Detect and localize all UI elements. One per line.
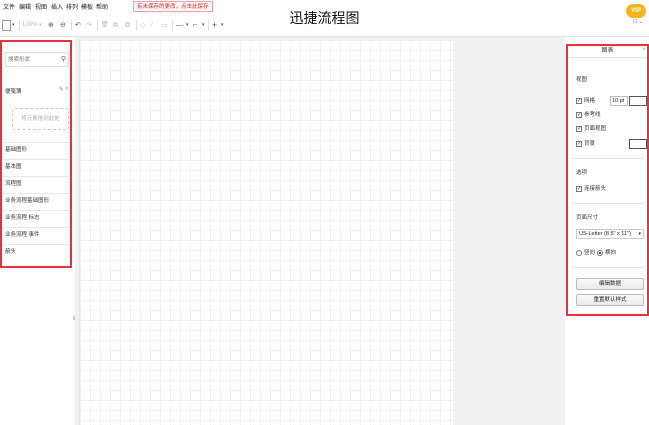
section-divider (571, 267, 644, 268)
redo-icon[interactable]: ↷ (86, 20, 92, 31)
vip-dropdown-icon[interactable]: ☐ ⌄ (628, 19, 648, 25)
page-format-icon[interactable] (2, 20, 11, 31)
to-back-icon[interactable]: ⧉ (125, 20, 130, 31)
format-panel: 图表 × 视图 ✓ 网格 10 pt ✓ 参考线 ✓ 页面视图 ✓ 背景 选项 ✓ 连接箭… (566, 44, 649, 316)
page-view-checkbox[interactable]: ✓ 页面视图 (576, 125, 606, 133)
sidebar-item-basic-shapes[interactable]: 基础图形 (2, 142, 70, 158)
paper-size-value: US-Letter (8.5" x 11") (579, 231, 631, 237)
toolbar-divider (71, 20, 72, 31)
line-style-dropdown-icon[interactable]: ▾ (186, 20, 189, 31)
grid-checkbox[interactable]: ✓ 网格 (576, 97, 595, 105)
checkbox-checked-icon[interactable]: ✓ (576, 140, 582, 147)
toolbar: ▾ 100% ▾ ⊕ ⊖ ↶ ↷ 🗑 ⧉ ⧉ ◇ ∕ ▭ — ▾ ⌐ ▾ + ▾ (0, 16, 620, 36)
search-icon[interactable]: ⚲ (61, 55, 66, 63)
background-checkbox[interactable]: ✓ 背景 (576, 140, 595, 148)
close-icon[interactable]: × (642, 47, 646, 53)
zoom-dropdown-icon[interactable]: ▾ (39, 20, 42, 31)
scratchpad-header[interactable]: 便笺簿 ✎ × (2, 86, 70, 96)
zoom-out-icon[interactable]: ⊖ (60, 20, 66, 31)
line-color-icon[interactable]: ∕ (151, 20, 152, 31)
checkbox-checked-icon[interactable]: ✓ (576, 125, 582, 132)
landscape-label: 横向 (605, 250, 617, 256)
format-panel-title[interactable]: 图表 (568, 46, 647, 58)
landscape-radio[interactable]: 横向 (597, 249, 616, 257)
grid-size-input[interactable]: 10 pt (610, 96, 628, 106)
diagram-page-grid[interactable] (79, 40, 453, 425)
page-dropdown-icon[interactable]: ▾ (12, 20, 15, 31)
paper-size-select[interactable]: US-Letter (8.5" x 11") ▾ (576, 229, 644, 239)
vip-icon[interactable]: VIP (626, 4, 646, 18)
grid-label: 网格 (584, 98, 596, 104)
line-style-icon[interactable]: — (176, 20, 183, 31)
checkbox-checked-icon[interactable]: ✓ (576, 97, 582, 104)
guides-checkbox[interactable]: ✓ 参考线 (576, 111, 601, 119)
chevron-down-icon[interactable]: ▾ (638, 230, 641, 238)
checkbox-checked-icon[interactable]: ✓ (576, 111, 582, 118)
sidebar-item-bpmn-events[interactable]: 业务流程 事件 (2, 227, 70, 243)
section-divider (571, 203, 644, 204)
waypoint-icon[interactable]: ⌐ (193, 20, 197, 31)
edit-data-button[interactable]: 编辑数据 (576, 278, 644, 290)
sidebar-item-flowchart[interactable]: 流程图 (2, 176, 70, 192)
insert-dropdown-icon[interactable]: ▾ (221, 20, 224, 31)
zoom-level[interactable]: 100% (22, 20, 37, 31)
page-view-label: 页面视图 (584, 126, 607, 132)
shadow-icon[interactable]: ▭ (161, 20, 168, 31)
checkbox-checked-icon[interactable]: ✓ (576, 185, 582, 192)
shape-sidebar: ⚲ 便笺簿 ✎ × 将元素拖到此处 基础图形 基本图 流程图 业务流程基础图形 … (0, 40, 72, 268)
reset-style-button[interactable]: 重置默认样式 (576, 294, 644, 306)
section-options-title: 选项 (576, 170, 588, 176)
toolbar-divider (97, 20, 98, 31)
guides-label: 参考线 (584, 112, 601, 118)
scratchpad-dropzone[interactable]: 将元素拖到此处 (12, 108, 69, 130)
sidebar-item-arrows[interactable]: 箭头 (2, 244, 70, 260)
close-icon[interactable]: × (65, 86, 69, 92)
delete-icon[interactable]: 🗑 (101, 20, 109, 31)
edit-icon[interactable]: ✎ (59, 86, 64, 93)
section-paper-title: 页面尺寸 (576, 215, 599, 221)
toolbar-divider (19, 20, 20, 31)
app-window: 文件 编辑 视图 插入 排列 模板 帮助 有未保存的更改，点击此保存 迅捷流程图… (0, 0, 649, 425)
fill-color-icon[interactable]: ◇ (140, 20, 145, 31)
insert-icon[interactable]: + (212, 20, 217, 31)
scratchpad-label: 便笺簿 (5, 89, 22, 95)
sidebar-collapse-handle[interactable]: ‖ (73, 316, 75, 322)
sidebar-item-bpmn-general[interactable]: 业务流程基础图形 (2, 193, 70, 209)
sidebar-item-bpmn-markers[interactable]: 业务流程 标志 (2, 210, 70, 226)
zoom-in-icon[interactable]: ⊕ (48, 20, 54, 31)
waypoint-dropdown-icon[interactable]: ▾ (202, 20, 205, 31)
portrait-radio[interactable]: 竖向 (576, 249, 595, 257)
section-view-title: 视图 (576, 77, 588, 83)
toolbar-divider (172, 20, 173, 31)
background-color-swatch[interactable] (629, 139, 647, 149)
radio-on-icon[interactable] (597, 249, 603, 256)
undo-icon[interactable]: ↶ (75, 20, 81, 31)
search-input[interactable] (6, 53, 56, 66)
grid-color-swatch[interactable] (629, 96, 647, 106)
section-divider (571, 158, 644, 159)
connection-arrows-label: 连接箭头 (584, 186, 607, 192)
shape-search: ⚲ (5, 52, 69, 67)
to-front-icon[interactable]: ⧉ (113, 20, 118, 31)
portrait-label: 竖向 (584, 250, 596, 256)
toolbar-divider (136, 20, 137, 31)
connection-arrows-checkbox[interactable]: ✓ 连接箭头 (576, 185, 606, 193)
background-label: 背景 (584, 141, 596, 147)
sidebar-item-basic[interactable]: 基本图 (2, 159, 70, 175)
toolbar-divider (208, 20, 209, 31)
radio-off-icon[interactable] (576, 249, 582, 256)
